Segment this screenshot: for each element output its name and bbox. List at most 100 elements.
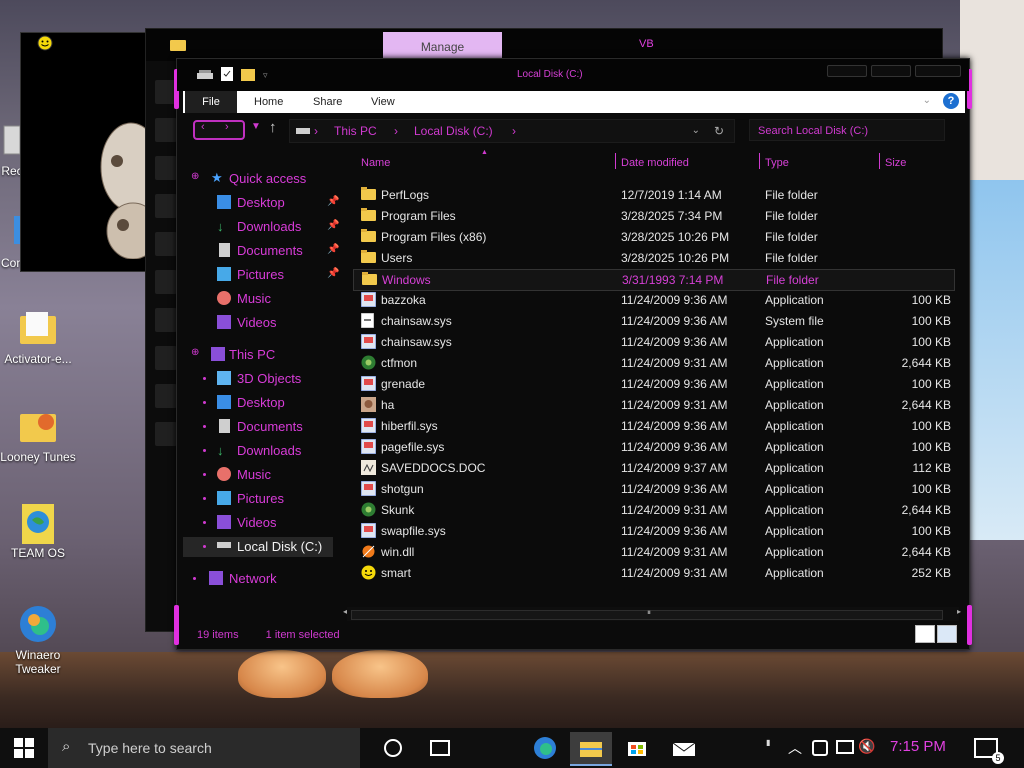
table-row[interactable]: hiberfil.sys 11/24/2009 9:36 AM Applicatio… (353, 416, 953, 436)
table-row[interactable]: PerfLogs 12/7/2019 1:14 AM File folder (353, 185, 953, 205)
chevron-down-icon[interactable]: ▿ (263, 70, 268, 81)
refresh-icon[interactable]: ↻ (714, 120, 724, 142)
column-separator[interactable] (615, 153, 616, 169)
large-icons-view-icon[interactable] (937, 625, 957, 643)
expand-icon[interactable]: ⊕ (191, 171, 199, 182)
file-explorer-taskbar-button[interactable] (570, 732, 612, 766)
table-row[interactable]: ha 11/24/2009 9:31 AM Application 2,644 KB (353, 395, 953, 415)
column-header-size[interactable]: Size (885, 157, 906, 169)
expand-icon[interactable]: ⊕ (191, 347, 199, 358)
up-arrow-icon[interactable]: ↑ (269, 119, 277, 136)
desktop-icon-teamos[interactable]: TEAM OS (0, 502, 78, 560)
back-forward-buttons[interactable]: ‹ › (193, 120, 245, 140)
folder-icon (361, 208, 376, 223)
pin-icon[interactable]: 📌 (327, 220, 339, 231)
network-icon (209, 571, 223, 585)
file-date: 3/28/2025 10:26 PM (621, 251, 730, 265)
windows-start-icon[interactable] (14, 738, 34, 761)
scroll-right-icon[interactable]: ▸ (957, 607, 961, 616)
task-view-icon[interactable] (430, 740, 450, 756)
breadcrumb-local-disk[interactable]: Local Disk (C:) (414, 120, 493, 142)
desktop-icon-label: Winaero Tweaker (15, 648, 61, 676)
table-row[interactable]: pagefile.sys 11/24/2009 9:36 AM Applicatio… (353, 437, 953, 457)
file-type: Application (765, 566, 824, 580)
scroll-left-icon[interactable]: ◂ (343, 607, 347, 616)
help-button[interactable]: ? (943, 93, 959, 109)
forward-arrow-icon[interactable]: › (225, 121, 229, 133)
search-input[interactable]: Search Local Disk (C:) (749, 119, 945, 141)
table-row[interactable]: Users 3/28/2025 10:26 PM File folder (353, 248, 953, 268)
cortana-icon[interactable] (384, 739, 402, 757)
details-view-icon[interactable] (915, 625, 935, 643)
taskbar-search[interactable]: ⌕ Type here to search (48, 728, 360, 768)
recent-locations-icon[interactable]: ▼ (251, 121, 261, 132)
file-name: SAVEDDOCS.DOC (381, 461, 486, 475)
close-button[interactable] (915, 65, 961, 77)
pin-icon[interactable]: 📌 (327, 244, 339, 255)
table-row[interactable]: chainsaw.sys 11/24/2009 9:36 AM Applicatio… (353, 332, 953, 352)
properties-icon[interactable] (221, 67, 233, 84)
desktop-icon-winaero[interactable]: Winaero Tweaker (0, 604, 78, 676)
nav-pc-local-disk[interactable]: Local Disk (C:) (183, 537, 333, 557)
drive-icon (217, 542, 231, 548)
explorer-window[interactable]: ▿ Local Disk (C:) File Home Share View ⌄… (174, 58, 972, 650)
back-arrow-icon[interactable]: ‹ (201, 121, 205, 133)
ribbon-expand-chevron-icon[interactable]: ⌄ (923, 95, 931, 106)
file-size: 252 KB (911, 566, 951, 580)
taskbar-overflow-icon[interactable]: ▮ (766, 738, 770, 747)
table-row[interactable]: shotgun 11/24/2009 9:36 AM Application 100 … (353, 479, 953, 499)
table-row[interactable]: Program Files (x86) 3/28/2025 10:26 PM Fil… (353, 227, 953, 247)
column-separator[interactable] (879, 153, 880, 169)
table-row[interactable]: Program Files 3/28/2025 7:34 PM File folde… (353, 206, 953, 226)
breadcrumb-this-pc[interactable]: This PC (334, 120, 377, 142)
notification-center-icon[interactable]: 5 (974, 738, 1004, 764)
column-header-name[interactable]: Name (361, 157, 390, 169)
file-size: 100 KB (911, 293, 951, 307)
taskbar-clock[interactable]: 7:15 PM (890, 738, 946, 755)
edge-icon[interactable] (533, 736, 557, 763)
drive-icon[interactable] (197, 68, 213, 83)
column-header-date[interactable]: Date modified (621, 157, 689, 169)
table-background (0, 652, 1024, 728)
meet-now-icon[interactable] (812, 740, 828, 756)
sort-indicator-icon: ▲ (481, 149, 488, 156)
table-row[interactable]: bazzoka 11/24/2009 9:36 AM Application 100 … (353, 290, 953, 310)
network-status-icon[interactable] (836, 740, 854, 754)
pin-icon[interactable]: 📌 (327, 268, 339, 279)
address-bar[interactable]: › This PC › Local Disk (C:) › ⌄ ↻ (289, 119, 735, 143)
download-icon: ↓ (217, 219, 224, 234)
manage-tab[interactable]: Manage (383, 32, 502, 58)
address-dropdown-icon[interactable]: ⌄ (692, 120, 700, 142)
column-separator[interactable] (759, 153, 760, 169)
desktop-icon-activator[interactable]: Activator-e... (0, 308, 78, 366)
horizontal-scrollbar[interactable]: ◂ ⏸ ▸ (343, 607, 961, 621)
tab-view[interactable]: View (371, 96, 395, 108)
tab-file[interactable]: File (185, 91, 237, 113)
file-date: 11/24/2009 9:31 AM (621, 356, 728, 370)
table-row[interactable]: ctfmon 11/24/2009 9:31 AM Application 2,644… (353, 353, 953, 373)
tab-share[interactable]: Share (313, 96, 342, 108)
maximize-button[interactable] (871, 65, 911, 77)
new-folder-icon[interactable] (241, 67, 255, 84)
table-row[interactable]: Skunk 11/24/2009 9:31 AM Application 2,644 … (353, 500, 953, 520)
volume-muted-icon[interactable]: 🔇 (858, 738, 875, 755)
store-icon[interactable] (626, 736, 648, 761)
image-viewer-window[interactable] (20, 32, 157, 272)
table-row[interactable]: swapfile.sys 11/24/2009 9:36 AM Applicatio… (353, 521, 953, 541)
show-hidden-icons-chevron-icon[interactable]: ︿ (788, 738, 802, 758)
table-row[interactable]: grenade 11/24/2009 9:36 AM Application 100 … (353, 374, 953, 394)
file-name: pagefile.sys (381, 440, 445, 454)
table-row[interactable]: SAVEDDOCS.DOC 11/24/2009 9:37 AM Applicati… (353, 458, 953, 478)
mail-icon[interactable] (672, 739, 696, 760)
column-header-type[interactable]: Type (765, 157, 789, 169)
pin-icon[interactable]: 📌 (327, 196, 339, 207)
tab-home[interactable]: Home (254, 96, 283, 108)
table-row[interactable]: smart 11/24/2009 9:31 AM Application 252 KB (353, 563, 953, 583)
desktop-icon-looney[interactable]: Looney Tunes (0, 406, 78, 464)
table-row[interactable]: Windows 3/31/1993 7:14 PM File folder (353, 269, 955, 291)
file-type: Application (765, 356, 824, 370)
file-date: 3/28/2025 10:26 PM (621, 230, 730, 244)
minimize-button[interactable] (827, 65, 867, 77)
table-row[interactable]: chainsaw.sys 11/24/2009 9:36 AM System fil… (353, 311, 953, 331)
table-row[interactable]: win.dll 11/24/2009 9:31 AM Application 2,64… (353, 542, 953, 562)
